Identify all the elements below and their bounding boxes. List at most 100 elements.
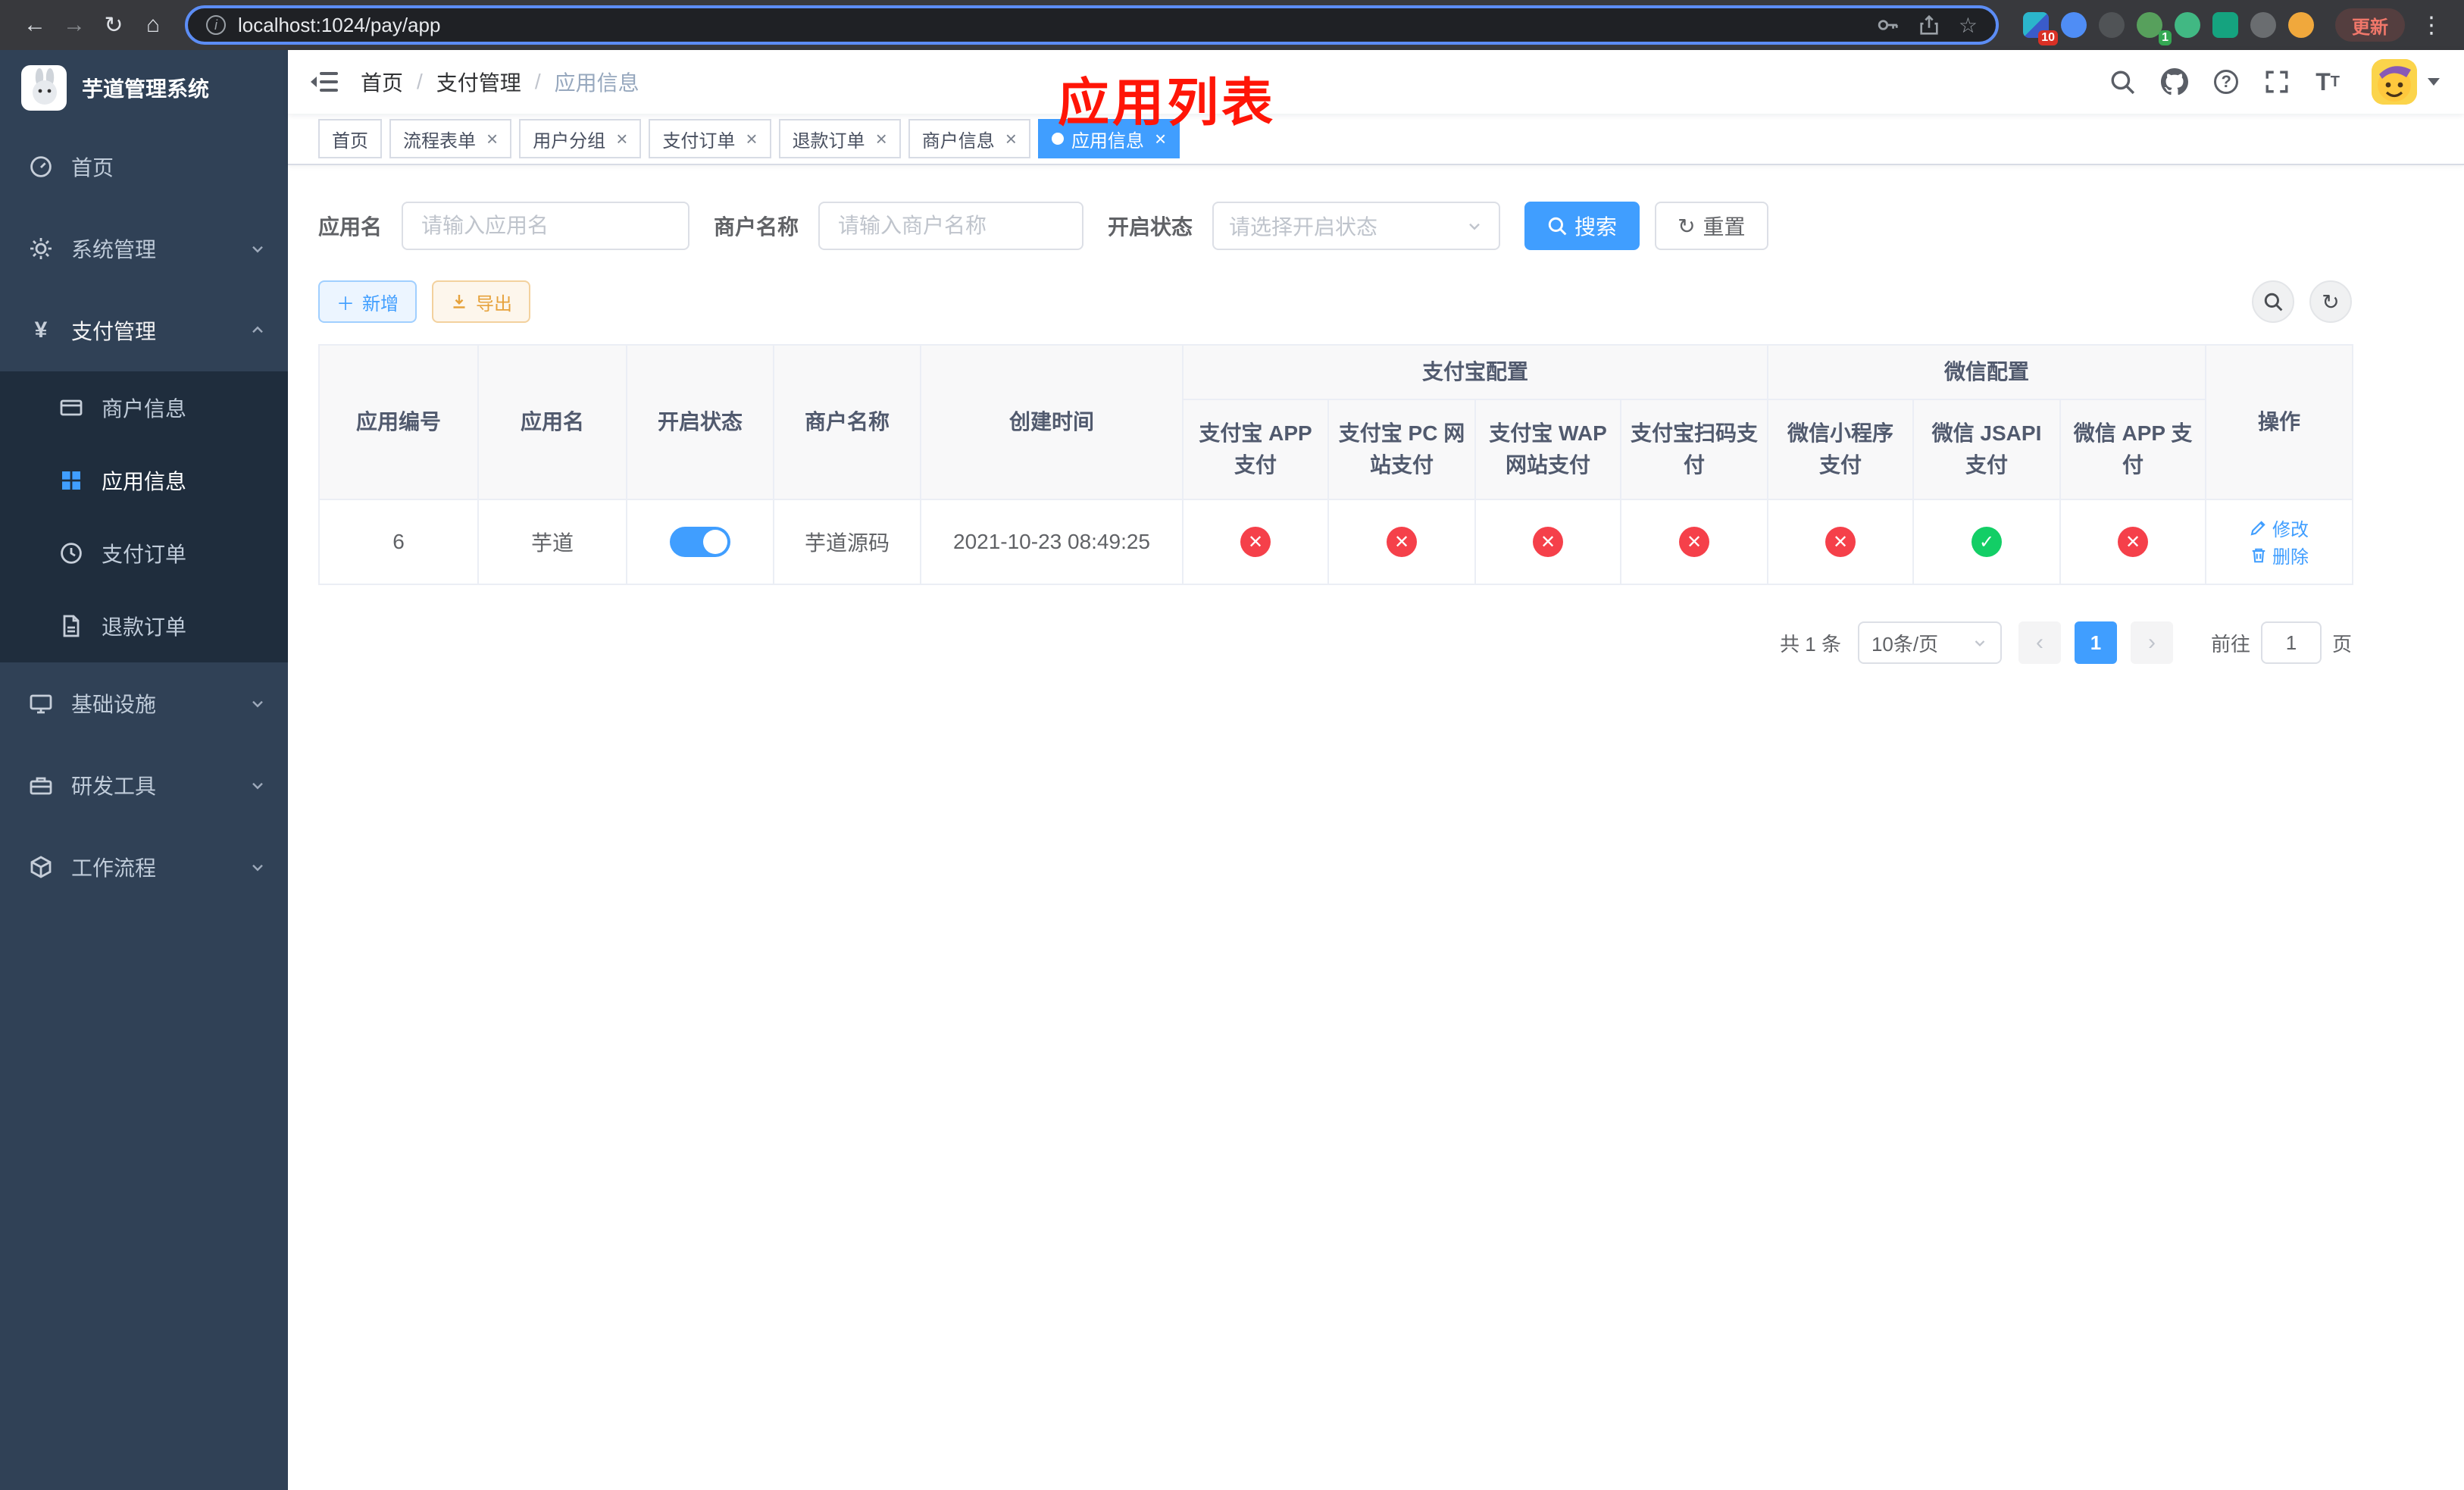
extension-icon-grid[interactable]: 10 [2023, 12, 2058, 45]
sidebar-item-infra[interactable]: 基础设施 [0, 662, 288, 744]
app-name-input[interactable] [402, 202, 690, 250]
tab-process-form[interactable]: 流程表单 × [389, 119, 512, 158]
extension-icon-blue[interactable] [2061, 12, 2087, 38]
filter-form: 应用名 商户名称 开启状态 请选择开启状态 搜索 [318, 202, 2352, 250]
browser-home-button[interactable]: ⌂ [133, 5, 173, 45]
sidebar-item-label: 首页 [71, 156, 114, 180]
refresh-table-button[interactable]: ↻ [2309, 280, 2352, 323]
github-icon[interactable] [2161, 68, 2189, 95]
site-info-icon[interactable]: i [206, 15, 226, 35]
cell-wx-lite: ✕ [1767, 499, 1915, 585]
cell-wx-app: ✕ [2059, 499, 2207, 585]
tab-label: 支付订单 [662, 130, 736, 152]
share-icon[interactable] [1918, 14, 1940, 36]
chevron-down-icon [249, 858, 267, 876]
status-label: 开启状态 [1108, 215, 1193, 239]
status-toggle[interactable] [670, 527, 730, 557]
extension-icon-pin[interactable] [2250, 12, 2276, 38]
browser-forward-button[interactable]: → [55, 5, 94, 45]
tab-label: 首页 [332, 130, 368, 152]
breadcrumb-section[interactable]: 支付管理 [436, 67, 521, 97]
close-icon[interactable]: × [876, 129, 887, 149]
goto-unit-label: 页 [2331, 632, 2352, 656]
edit-link[interactable]: 修改 [2250, 515, 2309, 541]
goto-page-input[interactable] [2260, 621, 2322, 664]
sidebar-item-workflow[interactable]: 工作流程 [0, 826, 288, 908]
delete-link[interactable]: 删除 [2250, 542, 2309, 568]
browser-update-button[interactable]: 更新 [2335, 8, 2405, 42]
gear-icon [27, 236, 55, 261]
url-bar[interactable]: i localhost:1024/pay/app ☆ [185, 5, 1999, 45]
col-status: 开启状态 [626, 344, 774, 500]
extension-icon-face[interactable] [2288, 12, 2314, 38]
extension-icon-vue[interactable] [2175, 12, 2200, 38]
status-cross-icon: ✕ [1387, 527, 1417, 557]
chevron-down-icon [249, 239, 267, 258]
col-wx-app: 微信 APP 支付 [2059, 399, 2207, 500]
cell-alipay-pc: ✕ [1327, 499, 1476, 585]
tab-home[interactable]: 首页 [318, 119, 382, 158]
cell-actions: 修改 删除 [2205, 499, 2354, 585]
export-button[interactable]: 导出 [432, 280, 530, 323]
close-icon[interactable]: × [1005, 129, 1017, 149]
extension-icon-avocado[interactable]: 1 [2137, 12, 2172, 45]
merchant-name-input[interactable] [818, 202, 1084, 250]
browser-reload-button[interactable]: ↻ [94, 5, 133, 45]
user-menu[interactable] [2372, 59, 2440, 105]
screen: ← → ↻ ⌂ i localhost:1024/pay/app ☆ 10 1 … [0, 0, 2464, 1490]
extension-badge-red: 10 [2038, 30, 2058, 45]
sidebar-fold-icon[interactable] [288, 50, 361, 114]
page-size-select[interactable]: 10条/页 [1857, 621, 2002, 664]
tab-label: 商户信息 [921, 130, 995, 152]
status-select[interactable]: 请选择开启状态 [1212, 202, 1501, 250]
close-icon[interactable]: × [746, 129, 757, 149]
sidebar-item-app-info[interactable]: 应用信息 [0, 444, 288, 517]
sidebar-item-label: 商户信息 [102, 397, 187, 421]
status-select-placeholder: 请选择开启状态 [1229, 215, 1378, 239]
browser-back-button[interactable]: ← [15, 5, 55, 45]
cell-status [626, 499, 774, 585]
extension-icon-green-square[interactable] [2212, 12, 2238, 38]
pagination-total: 共 1 条 [1780, 632, 1841, 656]
tab-merchant-info[interactable]: 商户信息 × [908, 119, 1030, 158]
sidebar-item-label: 研发工具 [71, 775, 157, 798]
next-page-button[interactable]: › [2130, 621, 2173, 664]
sidebar-item-refund-order[interactable]: 退款订单 [0, 590, 288, 662]
sidebar-item-label: 工作流程 [71, 856, 157, 880]
tab-pay-order[interactable]: 支付订单 × [649, 119, 771, 158]
add-button[interactable]: ＋ 新增 [318, 280, 417, 323]
sidebar-item-dev-tools[interactable]: 研发工具 [0, 744, 288, 826]
close-icon[interactable]: × [486, 129, 498, 149]
browser-menu-icon[interactable]: ⋮ [2414, 12, 2449, 39]
sidebar-item-home[interactable]: 首页 [0, 126, 288, 208]
bookmark-star-icon[interactable]: ☆ [1959, 13, 1978, 38]
extension-icon-dark[interactable] [2099, 12, 2125, 38]
tab-refund-order[interactable]: 退款订单 × [778, 119, 901, 158]
breadcrumb-home[interactable]: 首页 [361, 67, 403, 97]
col-wx-jsapi: 微信 JSAPI 支付 [1912, 399, 2062, 500]
tab-user-group[interactable]: 用户分组 × [519, 119, 642, 158]
help-icon[interactable]: ? [2214, 70, 2239, 94]
search-button[interactable]: 搜索 [1524, 202, 1640, 250]
current-page-button[interactable]: 1 [2074, 621, 2117, 664]
password-key-icon[interactable] [1877, 14, 1900, 36]
reset-button[interactable]: ↻ 重置 [1655, 202, 1768, 250]
sidebar-item-label: 系统管理 [71, 238, 157, 261]
status-cross-icon: ✕ [1240, 527, 1271, 557]
sidebar-item-system[interactable]: 系统管理 [0, 208, 288, 290]
app-table: 应用编号 应用名 开启状态 商户名称 创建时间 支付宝配置 微信配置 操作 支付… [318, 344, 2354, 585]
font-size-icon[interactable]: TT [2315, 70, 2340, 94]
goto-page: 前往 页 [2211, 621, 2352, 664]
sidebar-item-payment[interactable]: ¥ 支付管理 [0, 290, 288, 371]
col-wx-lite: 微信小程序支付 [1767, 399, 1915, 500]
toggle-search-button[interactable] [2252, 280, 2294, 323]
col-app-id: 应用编号 [318, 344, 479, 500]
sidebar-item-pay-order[interactable]: 支付订单 [0, 517, 288, 590]
prev-page-button[interactable]: ‹ [2018, 621, 2061, 664]
toolbox-icon [27, 773, 55, 797]
add-button-label: 新增 [362, 293, 399, 315]
close-icon[interactable]: × [616, 129, 627, 149]
sidebar-item-merchant-info[interactable]: 商户信息 [0, 371, 288, 444]
fullscreen-icon[interactable] [2264, 69, 2290, 95]
search-icon[interactable] [2109, 69, 2135, 95]
